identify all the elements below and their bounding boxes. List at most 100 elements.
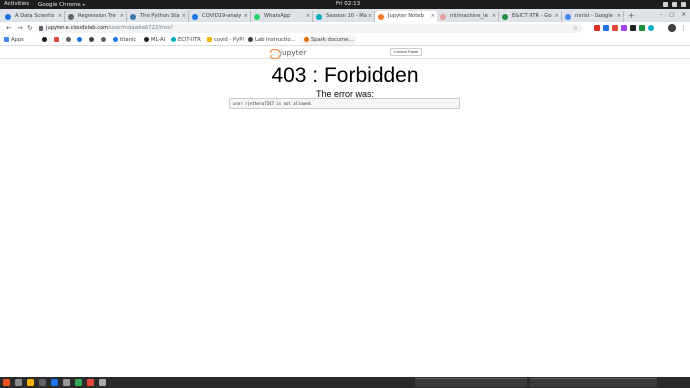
tab[interactable]: The Python Sta × [127, 11, 189, 22]
bookmark-favicon-icon [66, 36, 71, 42]
bookmark-item[interactable] [66, 35, 73, 46]
bookmark-ecit-iitr[interactable]: ECIT-IITR [171, 35, 201, 46]
close-icon[interactable]: × [555, 11, 559, 22]
extension-icon[interactable] [594, 25, 600, 31]
activities-button[interactable]: Activities [4, 0, 29, 9]
extension-icon[interactable] [621, 25, 627, 31]
tab-label: Session 10 - Ma [326, 13, 367, 19]
extension-icon[interactable] [612, 25, 618, 31]
app-icon[interactable] [39, 379, 46, 386]
bookmark-favicon-icon [113, 36, 118, 42]
app-icon[interactable] [63, 379, 70, 386]
tab-label: A Data Scientis [15, 13, 55, 19]
tab[interactable]: mnist - Google × [562, 11, 624, 22]
bookmarks-bar: Apps titanic ML-AI ECIT-IITR covid - PyP… [0, 35, 690, 46]
new-tab-button[interactable]: + [628, 9, 635, 22]
extension-icon[interactable] [648, 25, 654, 31]
bookmark-label: Spark docume... [311, 37, 354, 43]
extension-icon[interactable] [630, 25, 636, 31]
close-icon[interactable]: × [617, 11, 621, 22]
app-icon[interactable] [51, 379, 58, 386]
tab-label: mnist - Google [575, 13, 613, 19]
chevron-down-icon: ▾ [82, 2, 85, 7]
bookmark-covid-pypi[interactable]: covid - PyPI [207, 35, 244, 46]
bookmark-item[interactable] [77, 35, 84, 46]
bookmark-ml-ai[interactable]: ML-AI [144, 35, 165, 46]
apps-grid-icon [4, 36, 9, 42]
close-icon[interactable]: × [182, 11, 186, 22]
control-panel-button[interactable]: Control Panel [390, 48, 423, 56]
clock[interactable]: Fri 02:13 [336, 0, 360, 9]
tab-label: WhatsApp [264, 13, 291, 19]
extension-icon[interactable] [603, 25, 609, 31]
close-icon[interactable]: × [58, 11, 62, 22]
jupyter-logo[interactable]: jupyter [270, 47, 306, 59]
tab-label: ml/machine_le [450, 13, 488, 19]
bookmark-favicon-icon [54, 36, 59, 42]
close-icon[interactable]: × [431, 11, 435, 22]
bookmark-item[interactable] [101, 35, 108, 46]
avatar[interactable] [668, 24, 676, 32]
minimize-icon[interactable]: – [659, 9, 662, 22]
reload-icon[interactable]: ↻ [27, 22, 33, 35]
maximize-icon[interactable]: ▢ [669, 9, 674, 22]
app-icon[interactable] [99, 379, 106, 386]
extension-icons [594, 25, 654, 31]
bookmark-spark-docs[interactable]: Spark docume... [300, 36, 358, 45]
close-icon[interactable]: × [244, 11, 248, 22]
tab-label: Jupyter Noteb [388, 13, 424, 19]
bookmark-favicon-icon [144, 36, 149, 42]
app-icon[interactable] [87, 379, 94, 386]
bookmark-label: titanic [120, 37, 137, 43]
bookmark-label: Apps [11, 37, 24, 43]
bookmark-favicon-icon [248, 36, 253, 42]
tab[interactable]: WhatsApp × [251, 11, 313, 22]
bookmark-favicon-icon [77, 36, 82, 42]
tab-favicon-icon [254, 13, 260, 20]
system-tray[interactable] [663, 0, 686, 7]
bookmark-favicon-icon [42, 36, 47, 42]
bookmark-item[interactable] [42, 35, 49, 46]
back-icon[interactable]: ← [6, 22, 12, 35]
app-icon[interactable] [27, 379, 34, 386]
taskbar-window-button[interactable] [530, 378, 657, 387]
app-icon[interactable] [75, 379, 82, 386]
close-icon[interactable]: × [306, 11, 310, 22]
ubuntu-icon[interactable] [3, 379, 10, 386]
window-controls: – ▢ ✕ [659, 9, 686, 22]
bookmark-label: covid - PyPI [214, 37, 244, 43]
tab[interactable]: ml/machine_le × [437, 11, 499, 22]
jupyter-header: jupyter Control Panel [0, 46, 690, 59]
tab-label: The Python Sta [140, 13, 180, 19]
network-icon [663, 2, 668, 7]
close-window-icon[interactable]: ✕ [681, 9, 686, 22]
bookmark-lab-instructions[interactable]: Lab Instructio... [248, 35, 295, 46]
tab[interactable]: A Data Scientis × [2, 11, 65, 22]
bookmark-favicon-icon [89, 36, 94, 42]
forward-icon[interactable]: → [17, 22, 23, 35]
tab-active[interactable]: Jupyter Noteb × [375, 11, 437, 22]
bookmark-item[interactable] [89, 35, 96, 46]
close-icon[interactable]: × [492, 11, 496, 22]
app-icon[interactable] [15, 379, 22, 386]
tab-label: Regression Tre [78, 13, 116, 19]
taskbar-window-button[interactable] [415, 378, 527, 387]
extension-icon[interactable] [639, 25, 645, 31]
bookmark-favicon-icon [101, 36, 106, 42]
tab[interactable]: Regression Tre × [65, 11, 127, 22]
tab[interactable]: COVID19-analy × [189, 11, 251, 22]
url-host: jupyter.e.cloudxlab.com [46, 25, 109, 31]
tab[interactable]: E&ICT IITR - Go × [499, 11, 562, 22]
jupyter-logo-icon [270, 48, 280, 59]
address-bar[interactable]: jupyter.e.cloudxlab.com/user/mdawka6722/… [36, 24, 582, 33]
bookmark-titanic[interactable]: titanic [113, 35, 136, 46]
tab-label: E&ICT IITR - Go [512, 13, 552, 19]
close-icon[interactable]: × [368, 11, 372, 22]
more-menu-icon[interactable]: ⋮ [680, 22, 687, 35]
tab-favicon-icon [502, 13, 508, 20]
bookmark-apps[interactable]: Apps [4, 35, 24, 46]
bookmark-item[interactable] [54, 35, 61, 46]
close-icon[interactable]: × [120, 11, 124, 22]
bookmark-star-icon[interactable]: ☆ [573, 24, 578, 33]
tab[interactable]: Session 10 - Ma × [313, 11, 375, 22]
